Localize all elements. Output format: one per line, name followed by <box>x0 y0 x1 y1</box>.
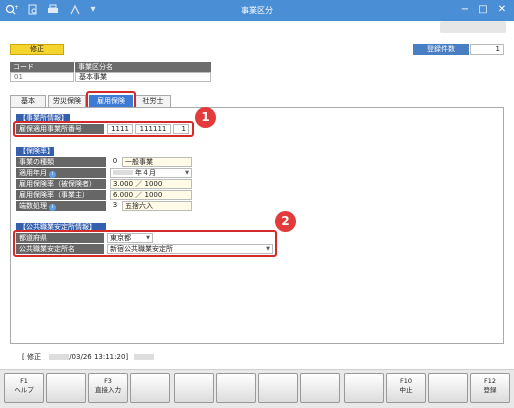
highlight-box-1 <box>13 121 194 137</box>
rounding-value: 五捨六入 <box>122 201 192 211</box>
rate-section-header: 【保険率】 <box>16 147 54 156</box>
f6-button[interactable] <box>216 373 256 403</box>
function-key-bar: F1 ヘルプ F3 直接入力 F10 中止 F12 登録 <box>0 369 514 408</box>
redacted-area <box>440 21 506 33</box>
f2-button[interactable] <box>46 373 86 403</box>
applicable-month-label: 適用年月 i <box>16 168 106 178</box>
tab-basic[interactable]: 基本 <box>10 95 46 107</box>
info-icon[interactable]: i <box>49 204 56 211</box>
f10-cancel-button[interactable]: F10 中止 <box>386 373 426 403</box>
code-column-header: コード <box>10 62 74 72</box>
chevron-down-icon: ▼ <box>185 170 189 176</box>
employer-rate-value: 6.000 ／ 1000 <box>110 190 192 200</box>
f11-button[interactable] <box>428 373 468 403</box>
f3-direct-input-button[interactable]: F3 直接入力 <box>88 373 128 403</box>
f12-register-button[interactable]: F12 登録 <box>470 373 510 403</box>
f5-button[interactable] <box>174 373 214 403</box>
business-type-label: 事業の種類 <box>16 157 106 167</box>
f7-button[interactable] <box>258 373 298 403</box>
window-title: 事業区分 <box>241 6 273 15</box>
highlight-box-2 <box>13 230 277 257</box>
redacted-era <box>113 170 133 175</box>
info-icon[interactable]: i <box>49 171 56 178</box>
code-value: 01 <box>10 72 74 82</box>
redacted-user <box>134 354 155 360</box>
minimize-icon[interactable]: − <box>458 3 472 17</box>
callout-badge-1: 1 <box>195 107 216 128</box>
rounding-code[interactable]: 3 <box>110 201 120 211</box>
tab-labor-consultant[interactable]: 社労士 <box>135 95 171 107</box>
business-type-value: 一般事業 <box>122 157 192 167</box>
insured-rate-value: 3.000 ／ 1000 <box>110 179 192 189</box>
applicable-month-select[interactable]: 年４月 ▼ <box>110 168 192 178</box>
title-bar: + ▾ 事業区分 − □ ✕ <box>0 0 514 21</box>
record-count-label: 登録件数 <box>413 44 469 55</box>
insured-rate-label: 雇用保険率（被保険者） <box>16 179 106 189</box>
tab-workers-comp[interactable]: 労災保険 <box>48 95 86 107</box>
name-column-header: 事業区分名 <box>75 62 211 72</box>
f4-button[interactable] <box>130 373 170 403</box>
redacted-year <box>49 354 70 360</box>
close-icon[interactable]: ✕ <box>495 3 509 17</box>
name-value: 基本事業 <box>75 72 211 82</box>
f1-help-button[interactable]: F1 ヘルプ <box>4 373 44 403</box>
employer-rate-label: 雇用保険率（事業主） <box>16 190 106 200</box>
status-line: [ 修正 /03/26 13:11:20] <box>22 352 155 362</box>
business-type-code[interactable]: 0 <box>110 157 120 167</box>
status-mode: [ 修正 <box>22 353 41 361</box>
maximize-icon[interactable]: □ <box>476 3 490 17</box>
callout-badge-2: 2 <box>275 211 296 232</box>
rounding-label: 端数処理 i <box>16 201 106 211</box>
f9-button[interactable] <box>344 373 384 403</box>
record-count-value: 1 <box>470 44 504 55</box>
status-badge: 修正 <box>10 44 64 55</box>
f8-button[interactable] <box>300 373 340 403</box>
status-datetime: /03/26 13:11:20] <box>69 353 129 361</box>
